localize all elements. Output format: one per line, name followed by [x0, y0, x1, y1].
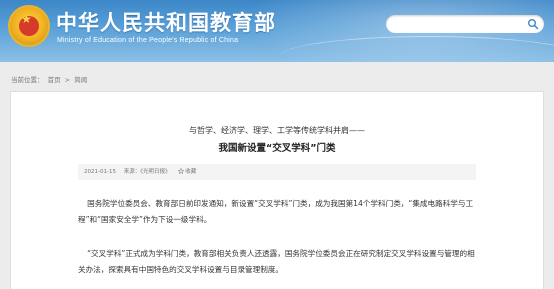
search-input[interactable] [394, 17, 522, 31]
article-source: 来源：《光明日报》 [123, 169, 171, 175]
breadcrumb-home-link[interactable]: 首页 [48, 76, 61, 84]
article-pre-title: 与哲学、经济学、理学、工学等传统学科并肩—— [189, 126, 365, 135]
site-title[interactable]: 中华人民共和国教育部 [56, 7, 276, 37]
national-emblem-icon[interactable]: ★ [8, 5, 50, 47]
breadcrumb-prefix: 当前位置： [11, 76, 44, 84]
search-icon[interactable] [527, 18, 539, 30]
breadcrumb: 当前位置： 首页 > 简闻 [11, 74, 89, 84]
emblem-star-icon: ★ [21, 12, 32, 26]
site-header: ★ 中华人民共和国教育部 Ministry of Education of th… [0, 0, 554, 62]
site-subtitle: Ministry of Education of the People's Re… [57, 37, 239, 44]
search-box [386, 15, 544, 33]
article-paragraph: “交叉学科”正式成为学科门类，教育部相关负责人还透露，国务院学位委员会正在研究制… [78, 249, 475, 274]
breadcrumb-news-link[interactable]: 简闻 [74, 76, 87, 84]
article-paragraph: 国务院学位委员会、教育部日前印发通知，新设置“交叉学科”门类，成为我国第14个学… [78, 199, 474, 224]
breadcrumb-separator: > [64, 76, 71, 84]
article-title: 我国新设置“交叉学科”门类 [218, 143, 336, 154]
article-date: 2021-01-15 [84, 169, 116, 175]
favorite-button[interactable]: 收藏 [178, 168, 202, 175]
favorite-label: 收藏 [185, 169, 197, 175]
star-icon [178, 168, 185, 174]
article-meta: 2021-01-15 来源：《光明日报》 收藏 [78, 164, 476, 180]
